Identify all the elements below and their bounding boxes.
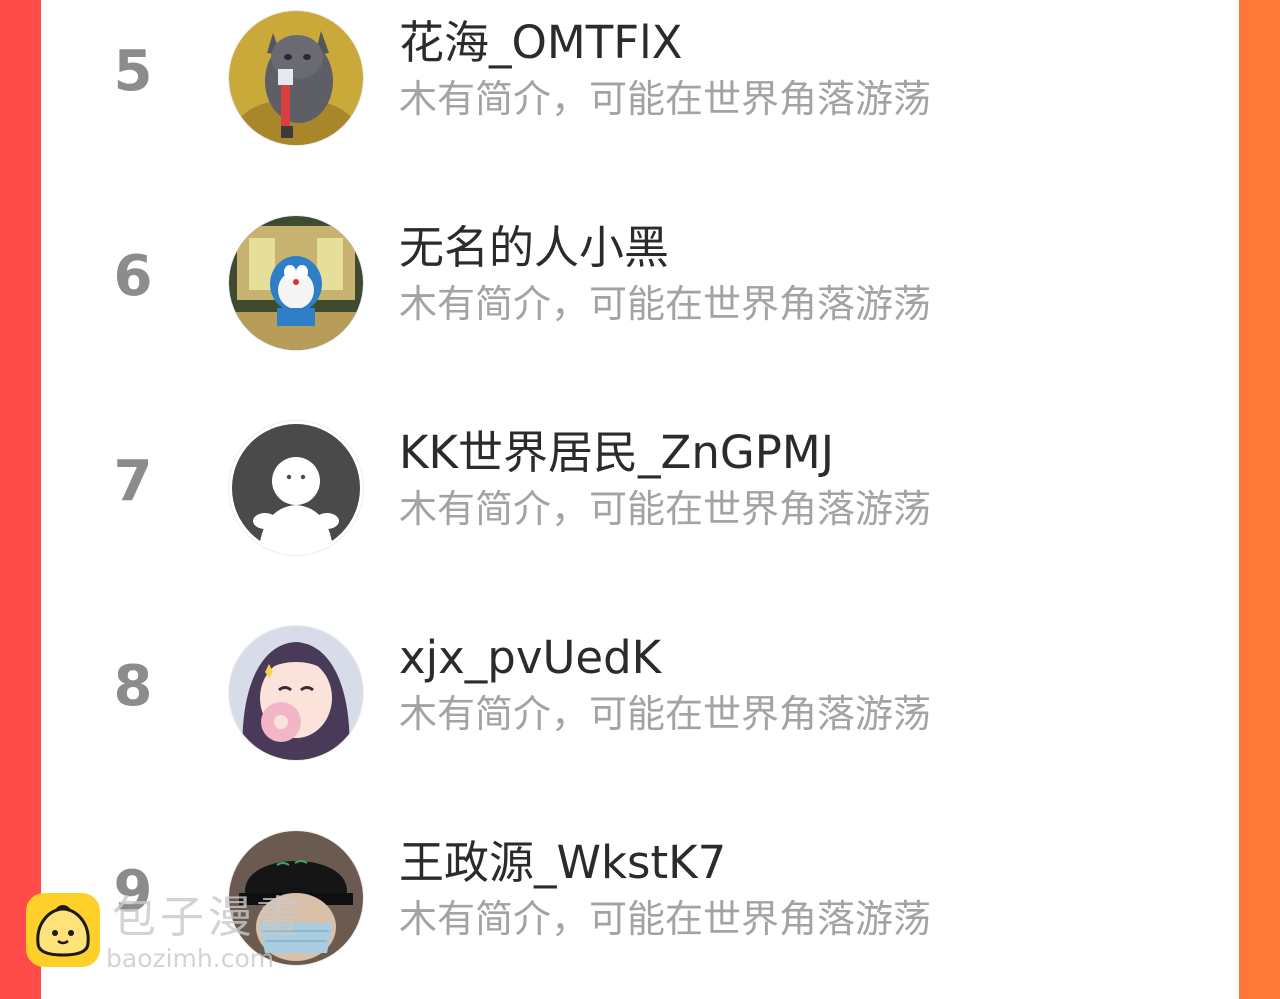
user-name[interactable]: KK世界居民_ZnGPMJ [399, 424, 834, 482]
list-item[interactable]: 6 无名的人小黑 木有简介，可能在世界角落游荡 [41, 205, 1239, 355]
user-name[interactable]: 花海_OMTFlX [399, 14, 682, 72]
user-bio: 木有简介，可能在世界角落游荡 [399, 282, 932, 326]
user-name[interactable]: xjx_pvUedK [399, 629, 661, 687]
user-name[interactable]: 王政源_WkstK7 [399, 834, 726, 892]
user-bio: 木有简介，可能在世界角落游荡 [399, 897, 932, 941]
list-item[interactable]: 8 xjx_pvUedK 木有简介，可能在世界角落游荡 [41, 615, 1239, 765]
rank-number: 9 [113, 859, 153, 924]
list-item[interactable]: 7 KK世界居民_ZnGPMJ 木有简介，可能在世界角落游荡 [41, 410, 1239, 560]
user-bio: 木有简介，可能在世界角落游荡 [399, 487, 932, 531]
ranking-panel: 5 花海_OMTFlX 木有简介，可能在世界角落游荡 6 无名的人小黑 木有简介… [41, 0, 1239, 999]
rank-number: 6 [113, 244, 153, 309]
user-name[interactable]: 无名的人小黑 [399, 219, 669, 277]
rank-number: 8 [113, 654, 153, 719]
anime-girl-avatar-icon[interactable] [229, 626, 363, 760]
person-with-mask-avatar-icon[interactable] [229, 831, 363, 965]
cat-with-toy-avatar-icon[interactable] [229, 11, 363, 145]
doraemon-avatar-icon[interactable] [229, 216, 363, 350]
user-bio: 木有简介，可能在世界角落游荡 [399, 692, 932, 736]
rank-number: 7 [113, 449, 153, 514]
rank-number: 5 [113, 39, 153, 104]
list-item[interactable]: 9 王政源_WkstK7 木有简介，可能在世界角落游荡 [41, 820, 1239, 970]
default-ghost-avatar-icon[interactable] [229, 421, 363, 555]
list-item[interactable]: 5 花海_OMTFlX 木有简介，可能在世界角落游荡 [41, 0, 1239, 150]
user-bio: 木有简介，可能在世界角落游荡 [399, 77, 932, 121]
